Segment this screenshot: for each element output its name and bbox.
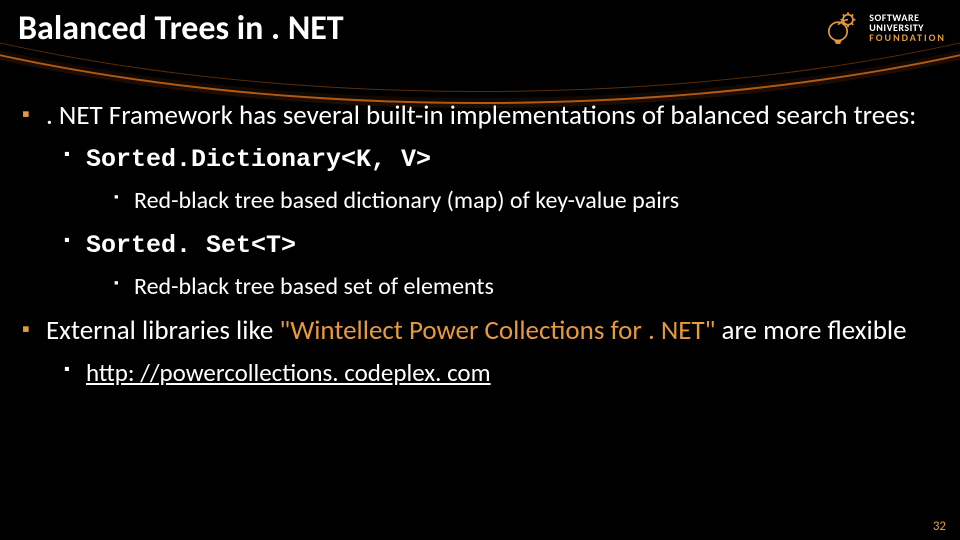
bullet-external: External libraries like "Wintellect Powe… <box>20 313 940 390</box>
logo-line-3: FOUNDATION <box>869 33 946 43</box>
bullet-intro: . NET Framework has several built-in imp… <box>20 98 940 303</box>
bullet-link: http: //powercollections. codeplex. com <box>64 356 940 390</box>
bullet-sorted-dictionary-desc: Red-black tree based dictionary (map) of… <box>114 185 940 217</box>
slide: Balanced Trees in . NET S <box>0 0 960 540</box>
page-number: 32 <box>933 519 946 534</box>
bullet-list-level-2a: Sorted.Dictionary<K, V> Red-black tree b… <box>46 141 940 303</box>
slide-title: Balanced Trees in . NET <box>18 8 344 49</box>
bullet-sorted-set-desc: Red-black tree based set of elements <box>114 271 940 303</box>
sorted-set-code: Sorted. Set<T> <box>86 231 296 260</box>
bullet-list-level-3b: Red-black tree based set of elements <box>86 271 940 303</box>
lightbulb-gear-icon <box>823 8 863 48</box>
external-quote: "Wintellect Power Collections for . NET" <box>279 314 715 347</box>
content-area: . NET Framework has several built-in imp… <box>20 98 940 520</box>
intro-text: . NET Framework has several built-in imp… <box>46 99 916 132</box>
bullet-list-level-2b: http: //powercollections. codeplex. com <box>46 356 940 390</box>
bullet-sorted-set: Sorted. Set<T> Red-black tree based set … <box>64 227 940 303</box>
sorted-dictionary-code: Sorted.Dictionary<K, V> <box>86 145 431 174</box>
bullet-sorted-dictionary: Sorted.Dictionary<K, V> Red-black tree b… <box>64 141 940 217</box>
bullet-list-level-3a: Red-black tree based dictionary (map) of… <box>86 185 940 217</box>
external-prefix: External libraries like <box>46 314 279 347</box>
bullet-list-level-1: . NET Framework has several built-in imp… <box>20 98 940 390</box>
logo: SOFTWARE UNIVERSITY FOUNDATION <box>823 8 946 48</box>
powercollections-link[interactable]: http: //powercollections. codeplex. com <box>86 357 491 388</box>
external-suffix: are more flexible <box>715 314 906 347</box>
logo-text: SOFTWARE UNIVERSITY FOUNDATION <box>869 13 946 43</box>
